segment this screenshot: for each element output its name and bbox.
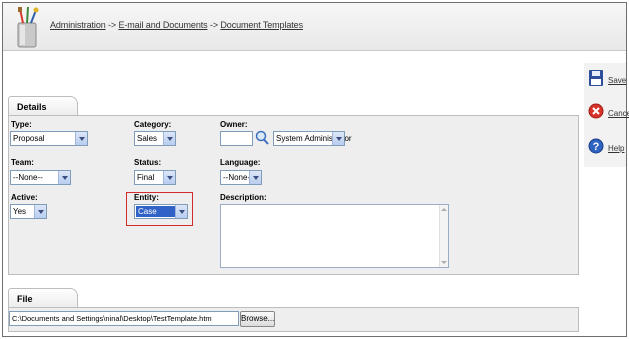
team-value: --None--: [13, 173, 43, 182]
save-button[interactable]: Save: [588, 69, 628, 93]
svg-text:?: ?: [593, 141, 600, 153]
file-path-input[interactable]: C:\Documents and Settings\ninal\Desktop\…: [9, 311, 239, 326]
save-label: Save: [608, 76, 627, 85]
chevron-down-icon: [175, 205, 187, 218]
tab-file[interactable]: File: [8, 288, 78, 308]
entity-label: Entity:: [134, 193, 159, 202]
category-label: Category:: [134, 120, 172, 129]
active-label: Active:: [11, 193, 38, 202]
owner-label: Owner:: [220, 120, 248, 129]
breadcrumb-document-templates[interactable]: Document Templates: [220, 20, 303, 30]
breadcrumb-separator: ->: [105, 20, 119, 30]
language-label: Language:: [220, 158, 261, 167]
category-value: Sales: [137, 134, 158, 143]
magnifier-icon[interactable]: [255, 130, 269, 146]
cancel-icon: [588, 103, 604, 119]
category-select[interactable]: Sales: [134, 131, 176, 146]
breadcrumb: Administration -> E-mail and Documents -…: [50, 20, 303, 30]
tab-details[interactable]: Details: [8, 96, 78, 116]
help-button[interactable]: ? Help: [588, 137, 628, 161]
type-select[interactable]: Proposal: [10, 131, 88, 146]
status-label: Status:: [134, 158, 162, 167]
description-label: Description:: [220, 193, 267, 202]
help-label: Help: [608, 144, 625, 153]
entity-value: Case: [136, 206, 178, 217]
chevron-down-icon: [34, 205, 46, 218]
header-bar: Administration -> E-mail and Documents -…: [3, 3, 626, 51]
breadcrumb-separator: ->: [207, 20, 221, 30]
type-label: Type:: [11, 120, 32, 129]
browse-button[interactable]: Browse...: [240, 311, 275, 327]
active-select[interactable]: Yes: [10, 204, 47, 219]
chevron-down-icon: [75, 132, 87, 145]
chevron-down-icon: [163, 132, 175, 145]
action-panel: Save Cancel ? Help: [584, 63, 629, 167]
tools-jar-icon: [17, 6, 39, 48]
status-value: Final: [137, 173, 155, 182]
help-icon: ?: [588, 138, 604, 154]
chevron-down-icon: [163, 171, 175, 184]
cancel-label: Cancel: [608, 109, 629, 118]
type-value: Proposal: [13, 134, 45, 143]
floppy-disk-icon: [589, 70, 603, 86]
team-select[interactable]: --None--: [10, 170, 71, 185]
scroll-down-icon: [441, 261, 447, 264]
owner-select[interactable]: System Administrator: [273, 131, 352, 146]
scroll-up-icon: [441, 208, 447, 211]
file-path-value: C:\Documents and Settings\ninal\Desktop\…: [12, 314, 212, 323]
owner-input[interactable]: [220, 131, 253, 146]
language-select[interactable]: --None--: [220, 170, 262, 185]
chevron-down-icon: [249, 171, 261, 184]
cancel-button[interactable]: Cancel: [588, 102, 629, 126]
team-label: Team:: [11, 158, 34, 167]
chevron-down-icon: [58, 171, 70, 184]
breadcrumb-email-documents[interactable]: E-mail and Documents: [118, 20, 207, 30]
description-textarea[interactable]: [220, 204, 449, 268]
description-scrollbar[interactable]: [439, 205, 448, 267]
chevron-down-icon: [332, 132, 344, 145]
breadcrumb-administration[interactable]: Administration: [50, 20, 106, 30]
status-select[interactable]: Final: [134, 170, 176, 185]
active-value: Yes: [13, 207, 27, 216]
entity-select[interactable]: Case: [134, 204, 188, 219]
